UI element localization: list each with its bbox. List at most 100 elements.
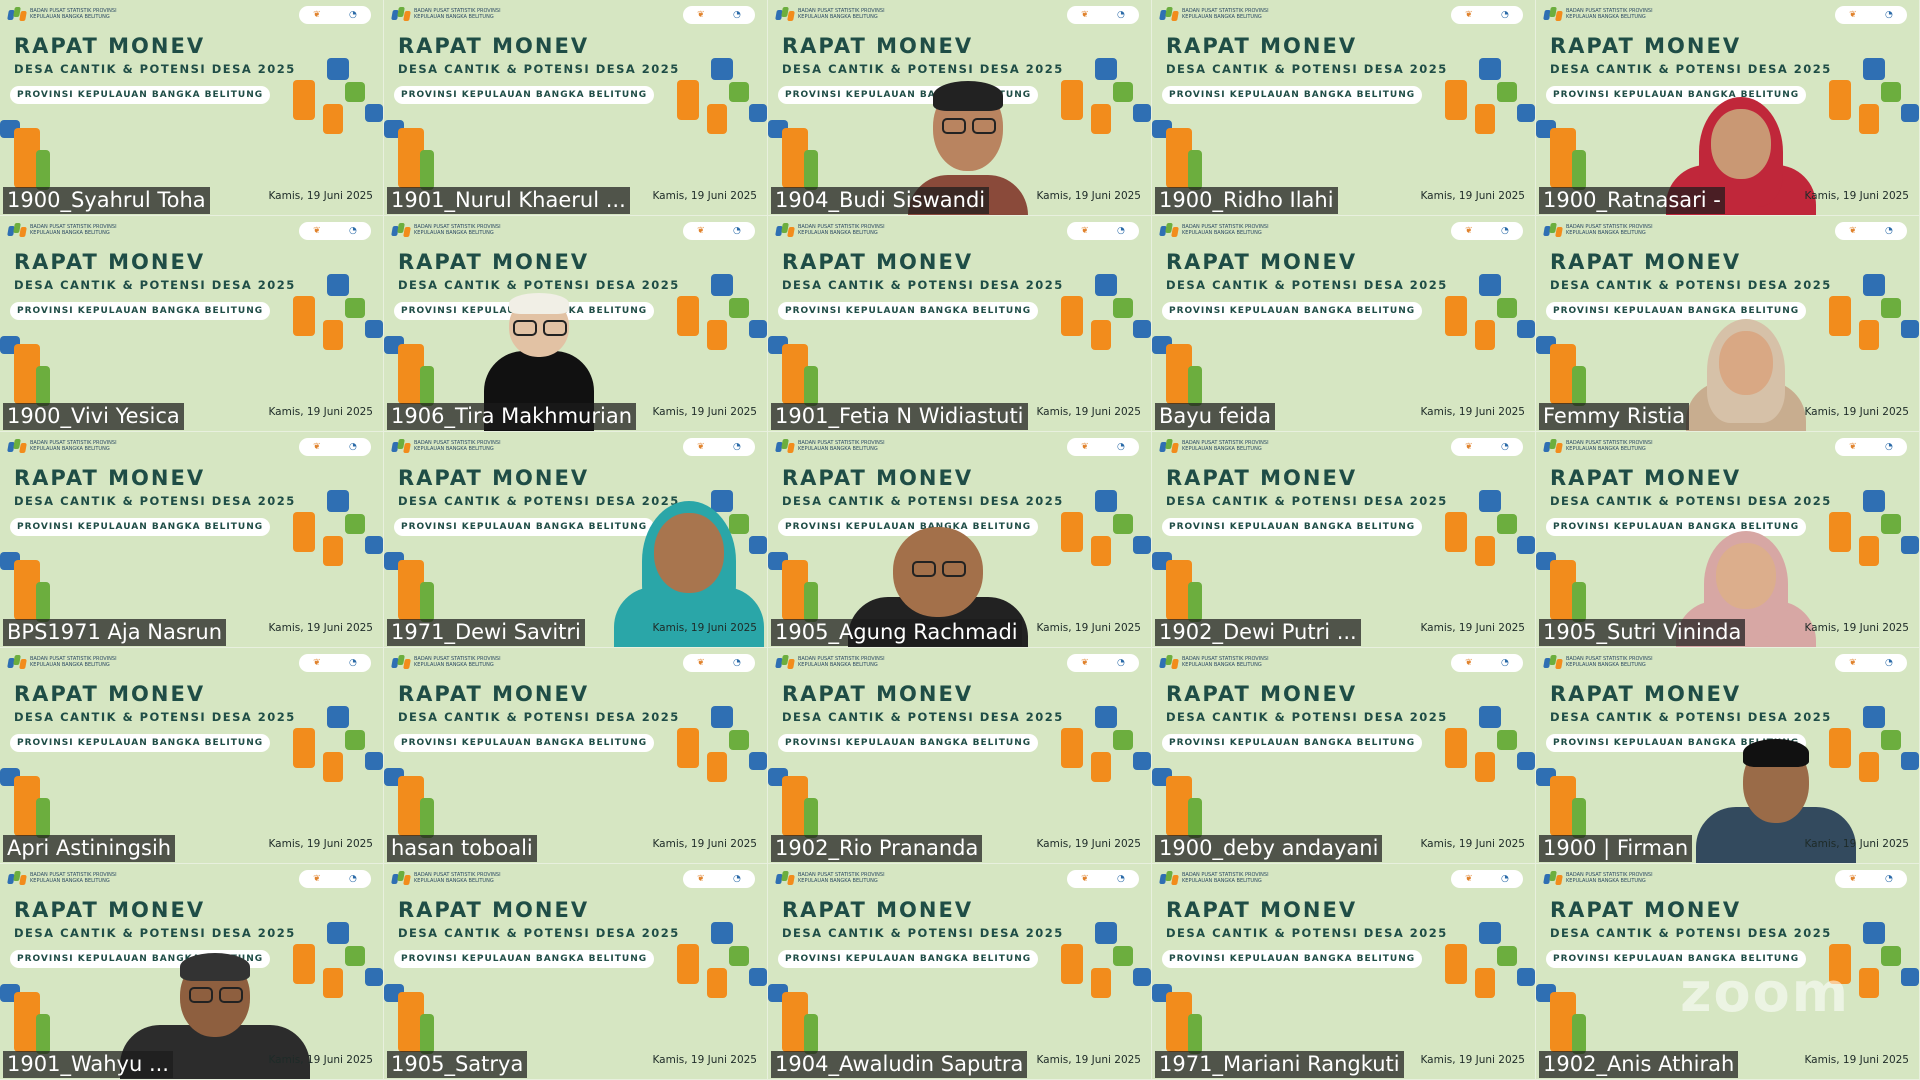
participant-tile[interactable]: BADAN PUSAT STATISTIK PROVINSI KEPULAUAN… [1152,648,1536,864]
org-text: BADAN PUSAT STATISTIK PROVINSI KEPULAUAN… [798,224,885,236]
banner-title: RAPAT MONEV [1166,682,1358,706]
participant-tile[interactable]: BADAN PUSAT STATISTIK PROVINSI KEPULAUAN… [384,864,768,1080]
banner-title: RAPAT MONEV [14,250,206,274]
banner-subtitle: DESA CANTIK & POTENSI DESA 2025 [14,710,296,724]
partner-logos-icon: ❦ ◔ [1835,6,1907,24]
bps-logo-icon [7,654,27,670]
banner-title: RAPAT MONEV [1550,682,1742,706]
bps-header: BADAN PUSAT STATISTIK PROVINSI KEPULAUAN… [391,870,514,886]
bps-header: BADAN PUSAT STATISTIK PROVINSI KEPULAUAN… [1159,6,1282,22]
participant-name-label: 1971_Dewi Savitri [387,619,585,646]
bps-logo-icon [775,6,795,22]
banner-subtitle: DESA CANTIK & POTENSI DESA 2025 [14,926,296,940]
banner-date: Kamis, 19 Juni 2025 [1036,838,1141,850]
decor-shapes-right [1829,58,1919,168]
participant-tile[interactable]: BADAN PUSAT STATISTIK PROVINSI KEPULAUAN… [768,216,1152,432]
zoom-gallery-view: BADAN PUSAT STATISTIK PROVINSI KEPULAUAN… [0,0,1920,1080]
partner-logos-icon: ❦ ◔ [299,438,371,456]
zoom-watermark: zoom [1680,961,1850,1024]
banner-date: Kamis, 19 Juni 2025 [1036,622,1141,634]
banner-subtitle: DESA CANTIK & POTENSI DESA 2025 [1550,278,1832,292]
participant-name-label: 1900 | Firman [1539,835,1693,862]
org-text: BADAN PUSAT STATISTIK PROVINSI KEPULAUAN… [1566,224,1653,236]
bps-header: BADAN PUSAT STATISTIK PROVINSI KEPULAUAN… [7,6,130,22]
participant-tile[interactable]: BADAN PUSAT STATISTIK PROVINSI KEPULAUAN… [0,216,384,432]
banner-title: RAPAT MONEV [782,682,974,706]
banner-title: RAPAT MONEV [398,898,590,922]
banner-title: RAPAT MONEV [1550,898,1742,922]
participant-tile[interactable]: BADAN PUSAT STATISTIK PROVINSI KEPULAUAN… [0,432,384,648]
participant-name-label: 1971_Mariani Rangkuti [1155,1051,1404,1078]
participant-tile[interactable]: BADAN PUSAT STATISTIK PROVINSI KEPULAUAN… [384,216,768,432]
participant-name-label: Apri Astiningsih [3,835,176,862]
participant-tile[interactable]: BADAN PUSAT STATISTIK PROVINSI KEPULAUAN… [0,0,384,216]
partner-logos-icon: ❦ ◔ [1451,6,1523,24]
org-text: BADAN PUSAT STATISTIK PROVINSI KEPULAUAN… [1566,8,1653,20]
participant-name-label: 1902_Rio Prananda [771,835,983,862]
participant-tile[interactable]: BADAN PUSAT STATISTIK PROVINSI KEPULAUAN… [768,432,1152,648]
decor-shapes-right [1061,274,1151,384]
banner-date: Kamis, 19 Juni 2025 [268,190,373,202]
bps-logo-icon [1159,438,1179,454]
decor-shapes-right [1445,706,1535,816]
participant-tile[interactable]: BADAN PUSAT STATISTIK PROVINSI KEPULAUAN… [1536,432,1920,648]
banner-subtitle: DESA CANTIK & POTENSI DESA 2025 [1550,62,1832,76]
org-text: BADAN PUSAT STATISTIK PROVINSI KEPULAUAN… [798,656,885,668]
org-text: BADAN PUSAT STATISTIK PROVINSI KEPULAUAN… [798,872,885,884]
bps-header: BADAN PUSAT STATISTIK PROVINSI KEPULAUAN… [1159,438,1282,454]
participant-tile[interactable]: BADAN PUSAT STATISTIK PROVINSI KEPULAUAN… [1536,648,1920,864]
banner-date: Kamis, 19 Juni 2025 [652,190,757,202]
bps-header: BADAN PUSAT STATISTIK PROVINSI KEPULAUAN… [391,438,514,454]
banner-date: Kamis, 19 Juni 2025 [1420,190,1525,202]
participant-tile[interactable]: BADAN PUSAT STATISTIK PROVINSI KEPULAUAN… [1152,432,1536,648]
participant-tile[interactable]: BADAN PUSAT STATISTIK PROVINSI KEPULAUAN… [384,432,768,648]
participant-tile[interactable]: BADAN PUSAT STATISTIK PROVINSI KEPULAUAN… [384,648,768,864]
participant-tile[interactable]: BADAN PUSAT STATISTIK PROVINSI KEPULAUAN… [768,648,1152,864]
org-text: BADAN PUSAT STATISTIK PROVINSI KEPULAUAN… [798,8,885,20]
bps-logo-icon [1543,654,1563,670]
bps-header: BADAN PUSAT STATISTIK PROVINSI KEPULAUAN… [1543,870,1666,886]
org-text: BADAN PUSAT STATISTIK PROVINSI KEPULAUAN… [1566,872,1653,884]
decor-shapes-right [1061,706,1151,816]
bps-header: BADAN PUSAT STATISTIK PROVINSI KEPULAUAN… [775,870,898,886]
bps-logo-icon [391,870,411,886]
participant-tile[interactable]: BADAN PUSAT STATISTIK PROVINSI KEPULAUAN… [1152,216,1536,432]
participant-tile[interactable]: BADAN PUSAT STATISTIK PROVINSI KEPULAUAN… [1152,0,1536,216]
bps-logo-icon [1159,870,1179,886]
banner-date: Kamis, 19 Juni 2025 [1804,622,1909,634]
participant-tile[interactable]: BADAN PUSAT STATISTIK PROVINSI KEPULAUAN… [1536,216,1920,432]
decor-shapes-right [677,706,767,816]
banner-title: RAPAT MONEV [14,682,206,706]
partner-logos-icon: ❦ ◔ [683,6,755,24]
banner-title: RAPAT MONEV [1550,34,1742,58]
bps-header: BADAN PUSAT STATISTIK PROVINSI KEPULAUAN… [1543,222,1666,238]
banner-date: Kamis, 19 Juni 2025 [1036,190,1141,202]
participant-tile[interactable]: BADAN PUSAT STATISTIK PROVINSI KEPULAUAN… [0,648,384,864]
banner-province: PROVINSI KEPULAUAN BANGKA BELITUNG [394,734,655,752]
participant-name-label: 1901_Wahyu ... [3,1051,173,1078]
participant-tile[interactable]: BADAN PUSAT STATISTIK PROVINSI KEPULAUAN… [0,864,384,1080]
participant-tile[interactable]: BADAN PUSAT STATISTIK PROVINSI KEPULAUAN… [1536,0,1920,216]
org-text: BADAN PUSAT STATISTIK PROVINSI KEPULAUAN… [1566,656,1653,668]
org-text: BADAN PUSAT STATISTIK PROVINSI KEPULAUAN… [414,224,501,236]
banner-subtitle: DESA CANTIK & POTENSI DESA 2025 [1166,62,1448,76]
partner-logos-icon: ❦ ◔ [1835,438,1907,456]
bps-logo-icon [775,222,795,238]
partner-logos-icon: ❦ ◔ [1067,6,1139,24]
participant-name-label: Bayu feida [1155,403,1276,430]
bps-logo-icon [7,438,27,454]
org-text: BADAN PUSAT STATISTIK PROVINSI KEPULAUAN… [30,656,117,668]
banner-title: RAPAT MONEV [14,466,206,490]
participant-tile[interactable]: BADAN PUSAT STATISTIK PROVINSI KEPULAUAN… [1152,864,1536,1080]
banner-province: PROVINSI KEPULAUAN BANGKA BELITUNG [778,302,1039,320]
partner-logos-icon: ❦ ◔ [1451,654,1523,672]
decor-shapes-right [1445,922,1535,1032]
participant-tile[interactable]: BADAN PUSAT STATISTIK PROVINSI KEPULAUAN… [768,0,1152,216]
org-text: BADAN PUSAT STATISTIK PROVINSI KEPULAUAN… [30,224,117,236]
banner-province: PROVINSI KEPULAUAN BANGKA BELITUNG [10,302,271,320]
participant-tile[interactable]: BADAN PUSAT STATISTIK PROVINSI KEPULAUAN… [768,864,1152,1080]
banner-date: Kamis, 19 Juni 2025 [1420,838,1525,850]
participant-tile[interactable]: BADAN PUSAT STATISTIK PROVINSI KEPULAUAN… [384,0,768,216]
partner-logos-icon: ❦ ◔ [299,6,371,24]
decor-shapes-right [1061,490,1151,600]
